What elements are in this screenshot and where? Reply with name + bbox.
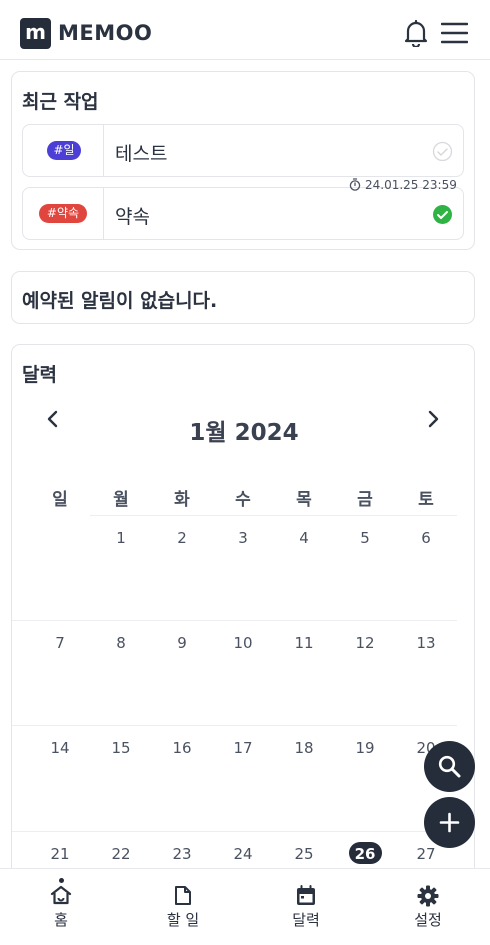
gear-icon (417, 885, 439, 907)
calendar-day[interactable]: 22 (101, 845, 141, 863)
task-title: 테스트 (115, 143, 168, 165)
weekday-label: 토 (418, 490, 434, 510)
calendar-day[interactable]: 14 (40, 739, 80, 757)
calendar-icon (297, 885, 315, 905)
task-item[interactable]: #약속 약속 (22, 187, 464, 240)
calendar-day[interactable]: 6 (406, 529, 446, 547)
calendar-day[interactable]: 13 (406, 634, 446, 652)
add-button[interactable] (424, 797, 475, 848)
calendar-day[interactable]: 21 (40, 845, 80, 863)
weekday-label: 화 (174, 490, 190, 510)
calendar-day[interactable]: 10 (223, 634, 263, 652)
task-item[interactable]: #일 테스트 (22, 124, 464, 177)
week-divider (90, 515, 457, 516)
calendar-day[interactable]: 23 (162, 845, 202, 863)
calendar-day[interactable]: 15 (101, 739, 141, 757)
calendar-card: 달력 1월 2024 일월화수목금토 1 2 3 4 5 6 7 8 9 10 11 12 13 14 15… (11, 344, 475, 904)
month-label: 1월 2024 (189, 420, 299, 446)
bottom-nav: 홈 할 일 달력 설정 (0, 868, 490, 945)
calendar-day[interactable]: 24 (223, 845, 263, 863)
home-icon (50, 885, 72, 905)
calendar-day[interactable]: 5 (345, 529, 385, 547)
calendar-day[interactable]: 4 (284, 529, 324, 547)
app-name: MEMOO (58, 21, 153, 45)
week-divider (12, 831, 457, 832)
task-tag: #약속 (39, 204, 87, 223)
active-indicator (59, 878, 64, 883)
calendar-day[interactable]: 11 (284, 634, 324, 652)
weekday-label: 금 (357, 490, 373, 510)
app-header: m MEMOO (0, 0, 490, 60)
nav-settings[interactable]: 설정 (367, 869, 489, 945)
weekday-label: 수 (235, 490, 251, 510)
nav-todo-label: 할 일 (166, 911, 200, 929)
calendar-day[interactable]: 8 (101, 634, 141, 652)
calendar-day[interactable]: 7 (40, 634, 80, 652)
week-divider (12, 620, 457, 621)
weekday-label: 일 (52, 490, 68, 510)
timer-icon (349, 178, 361, 191)
weekday-label: 월 (113, 490, 129, 510)
calendar-day[interactable]: 12 (345, 634, 385, 652)
logo-icon: m (20, 18, 51, 49)
nav-todo[interactable]: 할 일 (122, 869, 244, 945)
weekday-label: 목 (296, 490, 312, 510)
calendar-day[interactable]: 18 (284, 739, 324, 757)
task-due-time: 24.01.25 23:59 (349, 178, 457, 192)
document-icon (175, 886, 191, 905)
calendar-day[interactable]: 27 (406, 845, 446, 863)
nav-home[interactable]: 홈 (0, 869, 122, 945)
search-icon (438, 755, 461, 778)
calendar-day[interactable]: 19 (345, 739, 385, 757)
menu-icon[interactable] (441, 21, 468, 45)
calendar-day[interactable]: 1 (101, 529, 141, 547)
calendar-day[interactable]: 9 (162, 634, 202, 652)
calendar-day-today[interactable]: 26 (345, 845, 385, 863)
alarms-empty-text: 예약된 알림이 없습니다. (22, 290, 218, 312)
bell-icon[interactable] (403, 19, 429, 47)
task-tag: #일 (47, 141, 81, 160)
calendar-day[interactable]: 2 (162, 529, 202, 547)
calendar-title: 달력 (22, 364, 57, 386)
recent-tasks-card: 최근 작업 #일 테스트 #약속 약속 (11, 71, 475, 250)
nav-home-label: 홈 (54, 911, 68, 929)
alarms-card: 예약된 알림이 없습니다. (11, 271, 475, 324)
recent-tasks-title: 최근 작업 (22, 91, 99, 113)
plus-icon (439, 812, 460, 833)
calendar-day[interactable]: 3 (223, 529, 263, 547)
search-button[interactable] (424, 741, 475, 792)
calendar-day[interactable]: 25 (284, 845, 324, 863)
next-month-button[interactable] (421, 407, 445, 431)
nav-settings-label: 설정 (414, 911, 442, 929)
task-due-label: 24.01.25 23:59 (365, 178, 457, 192)
check-circle-icon[interactable] (432, 141, 453, 162)
calendar-day[interactable]: 16 (162, 739, 202, 757)
task-title: 약속 (115, 206, 150, 228)
nav-calendar[interactable]: 달력 (245, 869, 367, 945)
calendar-day[interactable]: 17 (223, 739, 263, 757)
nav-calendar-label: 달력 (292, 911, 320, 929)
week-divider (12, 725, 457, 726)
check-circle-filled-icon[interactable] (432, 204, 453, 225)
